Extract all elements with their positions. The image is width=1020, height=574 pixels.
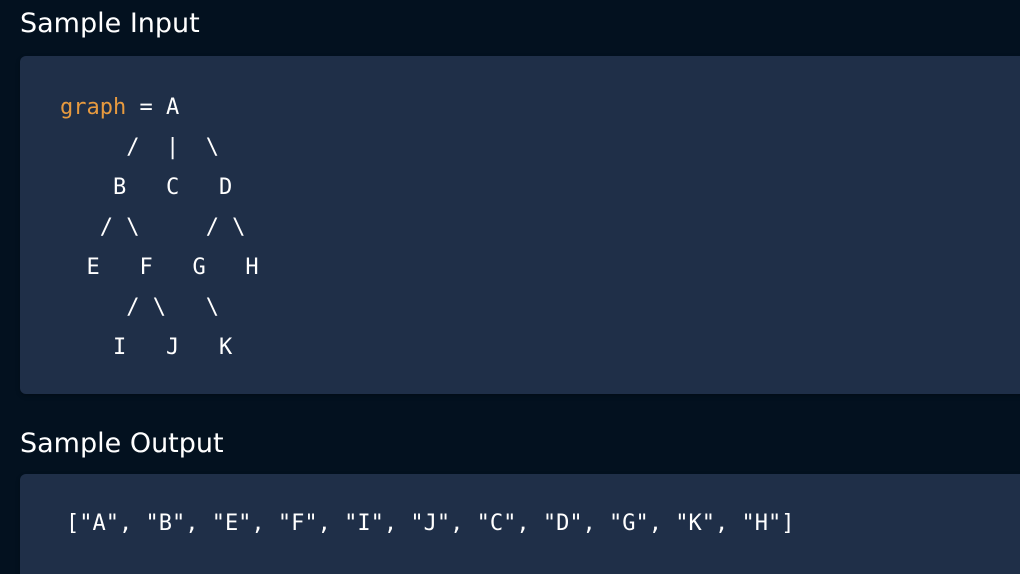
graph-keyword: graph (60, 95, 127, 120)
sample-input-code: graph = A / | \ B C D / \ / \ E F G H / … (60, 88, 259, 368)
sample-input-heading: Sample Input (20, 8, 200, 39)
sample-output-code: ["A", "B", "E", "F", "I", "J", "C", "D",… (66, 511, 795, 536)
graph-assignment-text: = A (126, 95, 180, 120)
sample-output-code-panel: ["A", "B", "E", "F", "I", "J", "C", "D",… (20, 474, 1020, 574)
sample-output-heading: Sample Output (20, 428, 224, 459)
graph-tree-ascii: / | \ B C D / \ / \ E F G H / \ \ I J K (86, 135, 259, 360)
sample-input-code-panel: graph = A / | \ B C D / \ / \ E F G H / … (20, 56, 1020, 394)
